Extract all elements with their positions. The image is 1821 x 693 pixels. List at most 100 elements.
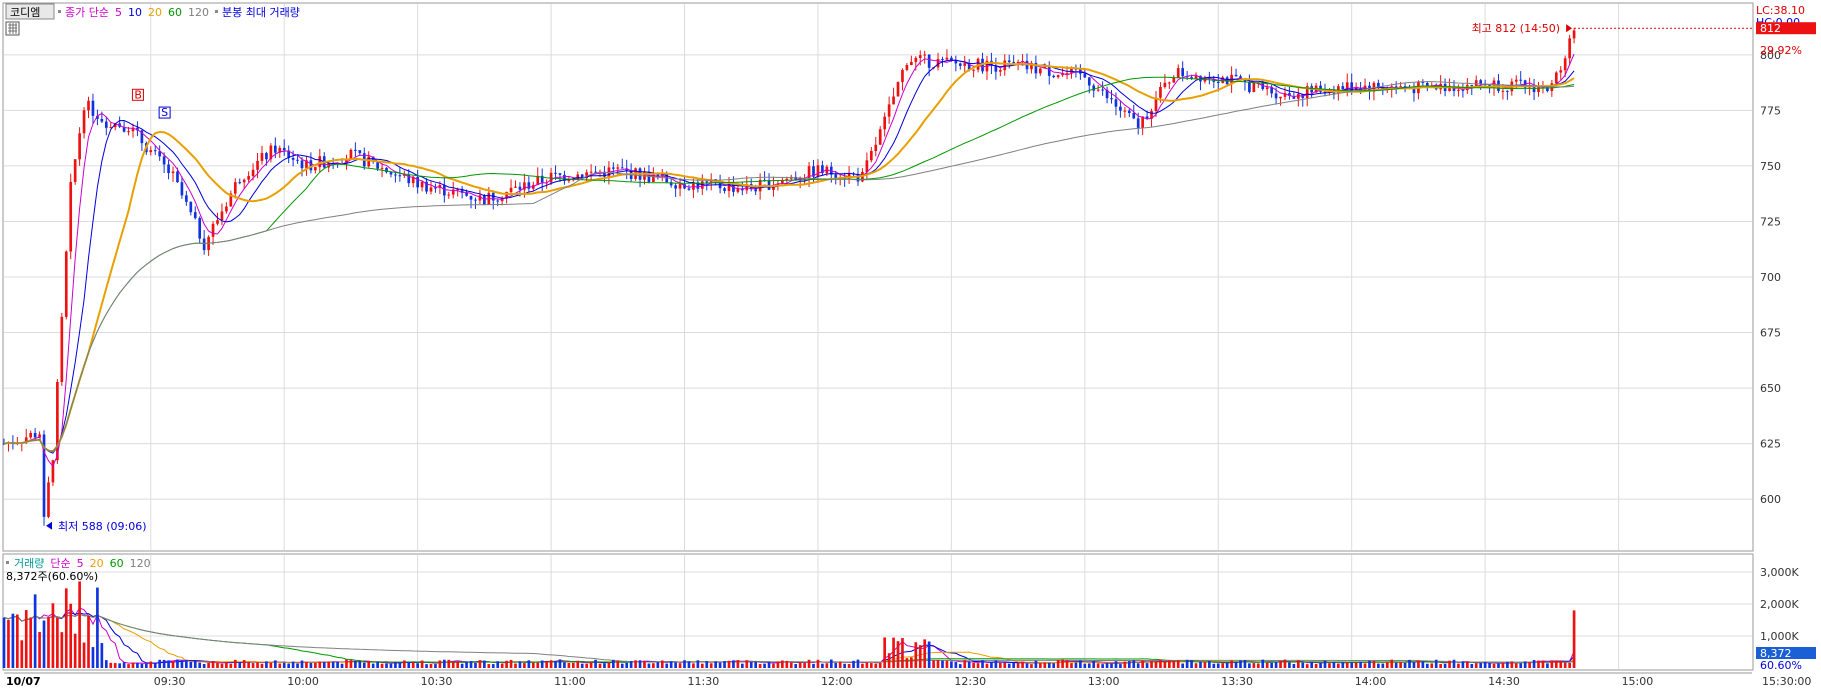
volume-legend-item[interactable]: 120 bbox=[130, 557, 151, 570]
volume-bar bbox=[509, 659, 513, 668]
volume-bar bbox=[914, 642, 918, 668]
volume-bar bbox=[514, 663, 517, 668]
volume-bar bbox=[687, 661, 691, 668]
volume-pct-label: 60.60% bbox=[1760, 659, 1802, 672]
volume-bar bbox=[225, 662, 228, 668]
volume-bar bbox=[927, 641, 931, 668]
candle-body bbox=[509, 187, 513, 192]
volume-bar bbox=[1439, 664, 1442, 668]
volume-bar bbox=[923, 639, 927, 668]
volume-bar bbox=[340, 663, 344, 668]
candle-body bbox=[914, 57, 918, 62]
volume-bar bbox=[1497, 663, 1500, 668]
volume-bar bbox=[96, 587, 99, 668]
time-tick: 11:00 bbox=[554, 675, 586, 688]
candle-body bbox=[576, 174, 580, 180]
volume-legend-item[interactable]: 5 bbox=[77, 557, 84, 570]
candle-body bbox=[429, 187, 433, 192]
volume-bar bbox=[167, 660, 170, 668]
volume-bar bbox=[1328, 663, 1331, 668]
volume-bar bbox=[887, 653, 891, 668]
volume-bar bbox=[1185, 659, 1189, 668]
volume-legend-item[interactable]: 60 bbox=[110, 557, 124, 570]
volume-bar bbox=[144, 664, 148, 668]
candle-body bbox=[674, 185, 677, 189]
candle-body bbox=[998, 70, 1002, 72]
buy-marker-label: B bbox=[134, 88, 142, 101]
grid-toggle-icon[interactable] bbox=[5, 21, 20, 36]
price-tick: 625 bbox=[1760, 438, 1781, 451]
volume-bar bbox=[140, 663, 144, 668]
volume-legend-item[interactable]: 20 bbox=[90, 557, 104, 570]
candle-body bbox=[554, 172, 557, 174]
legend-bullet bbox=[58, 10, 61, 13]
volume-bar bbox=[376, 661, 379, 668]
candle-body bbox=[892, 96, 895, 105]
candle-body bbox=[558, 173, 562, 175]
volume-bar bbox=[1470, 664, 1474, 668]
volume-bar bbox=[1452, 659, 1456, 668]
volume-bar bbox=[291, 661, 295, 668]
candle-body bbox=[1087, 77, 1091, 86]
candle-body bbox=[153, 150, 157, 152]
volume-bar bbox=[1194, 663, 1198, 668]
volume-bar bbox=[1074, 662, 1078, 668]
candle-body bbox=[1096, 89, 1100, 91]
candle-body bbox=[380, 167, 384, 169]
volume-bar bbox=[1292, 664, 1296, 668]
volume-bar bbox=[847, 664, 851, 668]
legend-item[interactable]: 120 bbox=[188, 6, 209, 19]
volume-bar bbox=[567, 662, 571, 668]
volume-bar bbox=[322, 661, 326, 668]
candle-body bbox=[349, 149, 353, 159]
volume-bar bbox=[821, 663, 824, 668]
candle-body bbox=[1252, 82, 1256, 93]
volume-bar bbox=[1181, 663, 1185, 668]
candle-body bbox=[1123, 110, 1127, 112]
legend-item[interactable]: 종가 단순 bbox=[65, 6, 109, 19]
volume-bar bbox=[580, 663, 584, 668]
volume-bar bbox=[1127, 661, 1131, 668]
volume-bar bbox=[465, 661, 468, 668]
candle-body bbox=[220, 211, 224, 221]
legend-item[interactable]: 20 bbox=[148, 6, 162, 19]
volume-bar bbox=[1381, 663, 1385, 668]
candle-body bbox=[616, 167, 620, 169]
candle-body bbox=[33, 432, 37, 438]
volume-bar bbox=[1421, 661, 1425, 668]
volume-legend-item[interactable]: 거래량 bbox=[14, 557, 44, 570]
volume-bar bbox=[269, 662, 273, 668]
volume-bar bbox=[709, 663, 713, 668]
volume-bar bbox=[29, 617, 33, 668]
volume-bar bbox=[745, 660, 749, 668]
volume-bar bbox=[287, 663, 290, 668]
candle-body bbox=[963, 63, 967, 66]
volume-bar bbox=[367, 660, 371, 668]
volume-bar bbox=[589, 662, 593, 668]
time-tick: 12:30 bbox=[954, 675, 986, 688]
volume-bar bbox=[1172, 661, 1176, 668]
volume-bar bbox=[443, 659, 446, 668]
volume-bar bbox=[1283, 659, 1287, 668]
candle-body bbox=[251, 169, 255, 177]
candle-body bbox=[193, 212, 197, 219]
candle-body bbox=[767, 180, 771, 190]
volume-bar bbox=[901, 638, 904, 668]
legend-item[interactable]: 5 bbox=[115, 6, 122, 19]
candle-body bbox=[1457, 89, 1460, 91]
volume-bar bbox=[554, 660, 557, 668]
candle-body bbox=[687, 188, 691, 190]
volume-bar bbox=[1537, 660, 1540, 668]
candle-body bbox=[1119, 106, 1122, 111]
volume-bar bbox=[954, 661, 958, 668]
legend-item[interactable]: 60 bbox=[168, 6, 182, 19]
volume-bar bbox=[1003, 663, 1007, 668]
volume-bar bbox=[576, 660, 580, 668]
volume-bar bbox=[798, 662, 802, 668]
bunbong-label[interactable]: 분봉 최대 거래량 bbox=[222, 6, 300, 19]
volume-bar bbox=[1052, 663, 1056, 668]
candle-body bbox=[527, 182, 531, 189]
volume-bar bbox=[1385, 662, 1389, 668]
volume-legend-item[interactable]: 단순 bbox=[50, 557, 70, 570]
legend-item[interactable]: 10 bbox=[128, 6, 142, 19]
